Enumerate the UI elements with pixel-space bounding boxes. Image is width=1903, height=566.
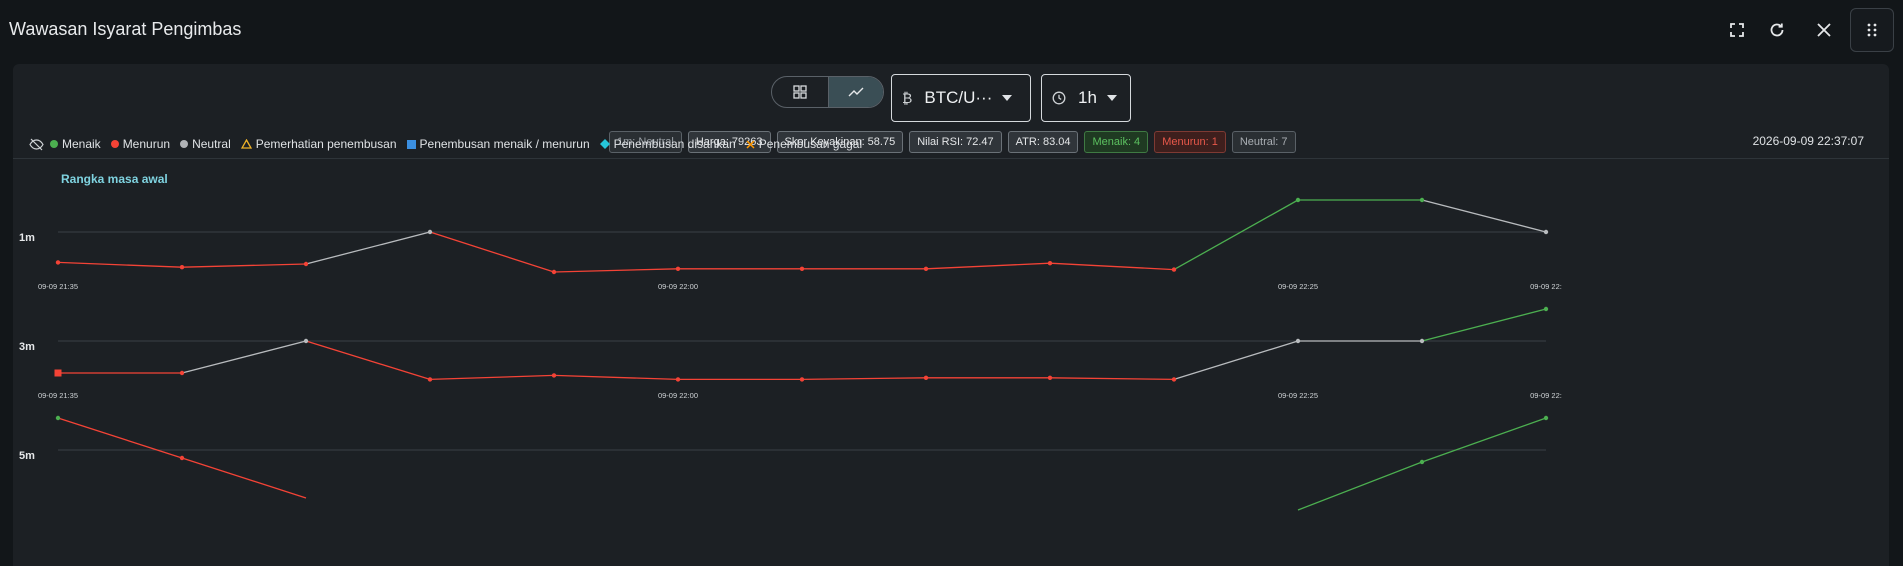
breakout-marker: [54, 369, 62, 377]
close-button[interactable]: [1811, 17, 1837, 43]
series-segment: [181, 340, 307, 374]
x-tick-label: 09-09 22:00: [658, 391, 698, 400]
data-point: [179, 370, 185, 376]
close-icon: [1817, 23, 1831, 37]
x-tick-label: 09-09 21:35: [38, 391, 78, 400]
row-label-3m: 3m: [19, 341, 35, 353]
data-point: [551, 269, 557, 275]
series-segment: [1421, 308, 1547, 342]
series-segment: [57, 417, 183, 459]
series-segment: [553, 374, 679, 381]
fullscreen-icon: [1730, 23, 1744, 37]
data-point: [1543, 415, 1549, 421]
data-point: [923, 266, 929, 271]
refresh-button[interactable]: [1764, 17, 1790, 43]
data-point: [179, 455, 185, 461]
data-point: [1171, 267, 1177, 272]
insight-panel: ₿ BTC/U··· 1h 1m: Neutral Harga: 79263 S…: [13, 64, 1889, 566]
fullscreen-button[interactable]: [1724, 17, 1750, 43]
row-label-5m: 5m: [19, 450, 35, 462]
data-point: [55, 415, 61, 421]
data-point: [55, 260, 61, 265]
row-label-1m: 1m: [19, 232, 35, 244]
series-segment: [1421, 417, 1547, 463]
x-tick-label: 09-09 22:00: [658, 282, 698, 291]
data-point: [1295, 197, 1301, 203]
series-segment: [553, 268, 679, 273]
series-segment: [925, 262, 1051, 270]
data-point: [799, 377, 805, 382]
data-point: [1295, 338, 1301, 344]
data-point: [303, 338, 309, 344]
series-segment: [1297, 461, 1423, 511]
x-tick-label: 09-09 22:25: [1278, 282, 1318, 291]
data-point: [1047, 375, 1053, 380]
data-point: [1171, 377, 1177, 382]
series-segment: [1173, 340, 1299, 381]
series-segment: [1421, 199, 1547, 233]
data-point: [675, 377, 681, 382]
series-segment: [181, 263, 307, 268]
data-point: [179, 265, 185, 270]
data-point: [1419, 459, 1425, 465]
data-point: [427, 377, 433, 382]
series-segment: [1049, 377, 1175, 381]
data-point: [1419, 197, 1425, 203]
data-point: [1047, 261, 1053, 266]
data-point: [1543, 229, 1549, 235]
series-segment: [181, 457, 307, 499]
x-tick-label: 09-09 22:: [1530, 282, 1562, 291]
data-point: [1419, 338, 1425, 344]
grip-icon: [1867, 23, 1877, 37]
data-point: [923, 375, 929, 380]
series-segment: [57, 261, 183, 268]
data-point: [1543, 306, 1549, 312]
data-point: [427, 229, 433, 235]
series-segment: [1173, 199, 1299, 271]
data-point: [303, 261, 309, 267]
series-segment: [429, 374, 555, 381]
window-title: Wawasan Isyarat Pengimbas: [9, 19, 242, 39]
data-point: [675, 266, 681, 271]
x-tick-label: 09-09 22:: [1530, 391, 1562, 400]
menu-button[interactable]: [1850, 8, 1894, 52]
timeframe-line-charts: 1m 09-09 21:35 09-09 22:00 09-09 22:25 09-09…: [19, 197, 1562, 511]
series-segment: [305, 340, 431, 381]
x-tick-label: 09-09 21:35: [38, 282, 78, 291]
series-segment: [429, 231, 555, 273]
series-segment: [305, 231, 431, 265]
refresh-icon: [1770, 23, 1784, 37]
data-point: [551, 373, 557, 378]
series-segment: [1049, 262, 1175, 271]
window-titlebar: Wawasan Isyarat Pengimbas: [0, 0, 1903, 62]
data-point: [799, 266, 805, 271]
series-segment: [801, 377, 927, 381]
x-tick-label: 09-09 22:25: [1278, 391, 1318, 400]
